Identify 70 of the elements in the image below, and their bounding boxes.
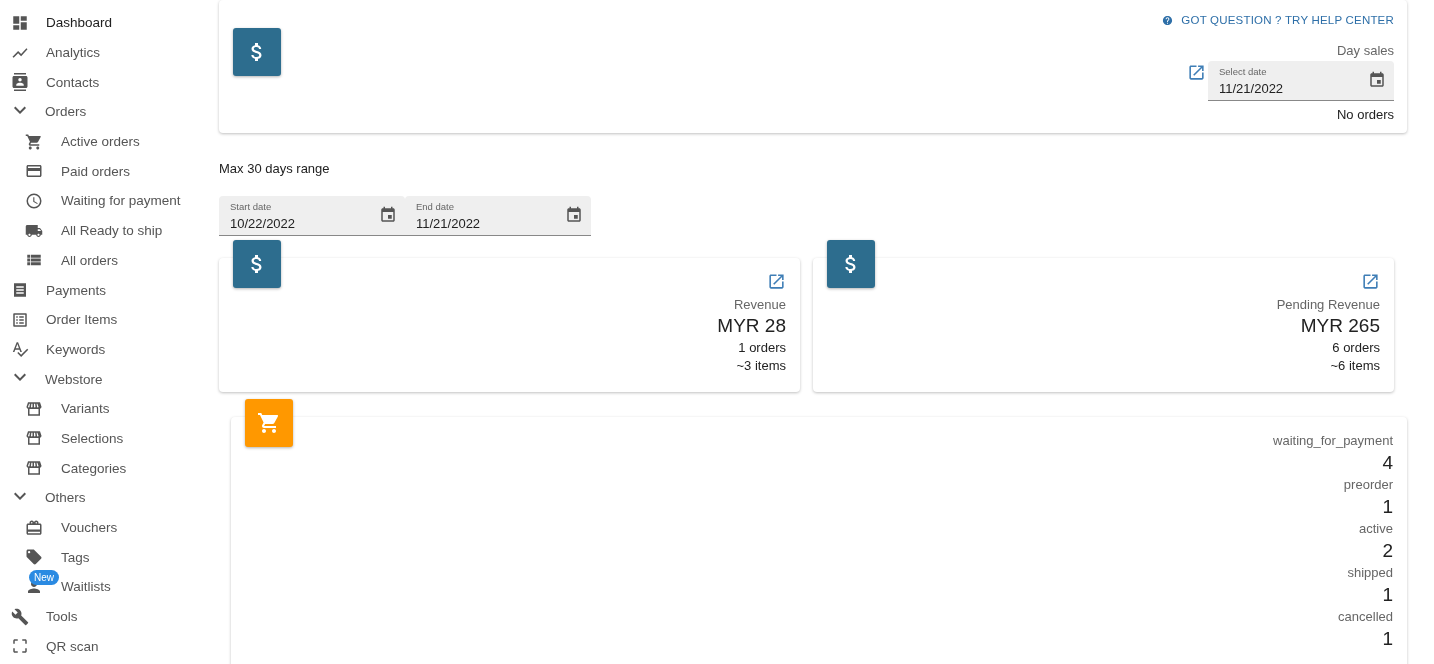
status-label: cancelled xyxy=(1338,609,1393,625)
card-title: Pending Revenue xyxy=(1276,297,1380,312)
card-title: Revenue xyxy=(733,297,786,312)
scan-frame-icon xyxy=(11,637,29,656)
tag-icon xyxy=(25,548,43,567)
store-icon xyxy=(25,399,43,418)
help-center-link[interactable]: GOT QUESTION ? TRY HELP CENTER xyxy=(1162,14,1394,26)
nav-item[interactable]: QR scan xyxy=(0,631,219,662)
nav-item[interactable]: Selections xyxy=(0,423,219,454)
calendar-icon[interactable] xyxy=(379,206,397,224)
receipt-icon xyxy=(11,281,29,300)
nav-item[interactable]: Keywords xyxy=(0,334,219,365)
nav-item[interactable]: Payments xyxy=(0,275,219,305)
nav-item[interactable]: Waiting for payment xyxy=(0,186,219,216)
dashboard-icon xyxy=(11,13,29,32)
nav-group[interactable]: Others xyxy=(0,483,219,513)
calendar-icon[interactable] xyxy=(565,206,583,224)
status-count: 4 xyxy=(1382,451,1393,475)
status-label: shipped xyxy=(1347,565,1393,581)
nav-item[interactable]: All Ready to ship xyxy=(0,215,219,246)
start-date-field[interactable]: Start date 10/22/2022 xyxy=(219,196,405,236)
item-count: ~6 items xyxy=(1330,358,1380,373)
status-count: 2 xyxy=(1382,539,1393,563)
help-icon xyxy=(1162,14,1174,26)
nav-item[interactable]: All orders xyxy=(0,245,219,276)
calendar-icon[interactable] xyxy=(1368,71,1386,89)
new-badge: New xyxy=(29,570,59,586)
store-icon xyxy=(25,459,43,478)
list-icon xyxy=(11,310,29,329)
store-icon xyxy=(25,429,43,448)
status-label: preorder xyxy=(1343,477,1393,493)
status-label: active xyxy=(1359,521,1393,537)
status-count: 1 xyxy=(1382,583,1393,607)
nav-item[interactable]: Analytics xyxy=(0,37,219,68)
nav-item[interactable]: Dashboard xyxy=(0,8,219,38)
open-external-icon[interactable] xyxy=(1187,63,1206,82)
amount: MYR 28 xyxy=(717,315,786,337)
cart-icon xyxy=(25,132,43,151)
nav-item[interactable]: Tags xyxy=(0,542,219,573)
nav-item[interactable]: Vouchers xyxy=(0,512,219,543)
day-sales-summary: No orders xyxy=(1336,107,1394,122)
nav-item[interactable]: Waitlists New xyxy=(0,572,219,602)
nav-item[interactable]: Active orders xyxy=(0,126,219,157)
range-note: Max 30 days range xyxy=(219,161,331,176)
clock-icon xyxy=(25,191,43,210)
status-label: waiting_for_payment xyxy=(1273,433,1393,449)
nav-item[interactable]: Paid orders xyxy=(0,156,219,187)
status-count: 1 xyxy=(1382,495,1393,519)
nav-item[interactable]: Order Items xyxy=(0,304,219,335)
wrench-icon xyxy=(11,607,29,626)
nav-group[interactable]: Webstore xyxy=(0,364,219,394)
nav-item[interactable]: Variants xyxy=(0,393,219,424)
item-count: ~3 items xyxy=(736,358,786,373)
amount: MYR 265 xyxy=(1300,315,1380,337)
date-field[interactable]: Select date 11/21/2022 xyxy=(1208,61,1394,101)
day-sales-title: Day sales xyxy=(1336,43,1394,58)
gift-icon xyxy=(25,518,43,537)
contact-card-icon xyxy=(11,73,29,92)
spellcheck-icon xyxy=(11,340,29,359)
nav-item[interactable]: Tools xyxy=(0,601,219,632)
order-count: 6 orders xyxy=(1332,340,1380,355)
nav-group[interactable]: Orders xyxy=(0,97,219,127)
nav-item[interactable]: Categories xyxy=(0,453,219,483)
status-count: 1 xyxy=(1382,627,1393,651)
cart-icon xyxy=(257,411,281,435)
end-date-field[interactable]: End date 11/21/2022 xyxy=(405,196,591,236)
open-external-icon[interactable] xyxy=(767,272,786,291)
nav-item[interactable]: Contacts xyxy=(0,67,219,98)
order-count: 1 orders xyxy=(738,340,786,355)
open-external-icon[interactable] xyxy=(1361,272,1380,291)
